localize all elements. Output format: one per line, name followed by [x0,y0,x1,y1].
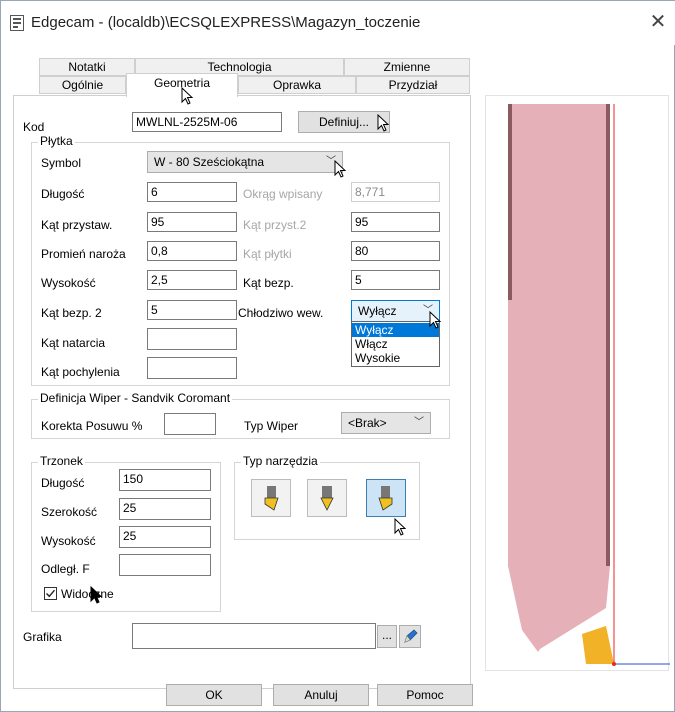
dialog-window: Edgecam - (localdb)\ECSQLEXPRESS\Magazyn… [0,0,675,712]
dropdown-option-wlacz[interactable]: Włącz [352,337,439,351]
kat-przystaw-input[interactable]: 95 [147,212,237,232]
typ-narzedzia-caption: Typ narzędzia [241,454,320,468]
tab-notatki[interactable]: Notatki [39,58,135,76]
kat-plytki-label: Kąt płytki [243,247,292,261]
trzonek-wysokosc-label: Wysokość [41,534,96,548]
trzonek-caption: Trzonek [38,454,85,468]
tab-zmienne[interactable]: Zmienne [344,58,470,76]
grafika-label: Grafika [23,630,62,644]
kat-bezp-label: Kąt bezp. [243,276,294,290]
symbol-label: Symbol [41,156,82,170]
tab-ogolnie[interactable]: Ogólnie [39,76,126,94]
kod-label: Kod [23,120,45,134]
symbol-value: W - 80 Sześciokątna [154,155,265,169]
wysokosc-input[interactable]: 2,5 [147,270,237,290]
dropdown-option-wylacz[interactable]: Wyłącz [352,323,439,337]
mouse-cursor-icon [377,114,390,132]
dlugosc-label: Długość [41,187,85,201]
symbol-select[interactable]: W - 80 Sześciokątna ﹀ [147,151,343,173]
kat-plytki-input[interactable]: 80 [351,241,440,261]
trzonek-dlugosc-label: Długość [41,476,85,490]
shank-right-edge [606,104,610,566]
chlodziwo-value: Wyłącz [358,304,397,318]
close-icon[interactable]: ✕ [647,11,669,33]
trzonek-szerokosc-input[interactable]: 25 [119,498,211,520]
pomoc-button[interactable]: Pomoc [377,684,473,706]
mouse-cursor-icon [181,87,194,105]
odleg-f-input[interactable] [119,554,211,576]
okrag-input: 8,771 [351,182,440,202]
tool-preview-drawing [508,104,670,666]
edgecam-app-icon [10,15,24,31]
kat-pochylenia-input[interactable] [147,357,237,379]
trzonek-wysokosc-input[interactable]: 25 [119,526,211,548]
kat-natarcia-label: Kąt natarcia [41,336,106,350]
title-bar: Edgecam - (localdb)\ECSQLEXPRESS\Magazyn… [1,1,675,45]
mouse-cursor-icon [429,311,442,329]
insert-shape [582,626,614,664]
checkmark-icon [46,589,56,598]
promien-input[interactable]: 0,8 [147,241,237,261]
wiper-caption: Definicja Wiper - Sandvik Coromant [38,391,233,405]
trzonek-dlugosc-input[interactable]: 150 [119,469,211,491]
kat-natarcia-input[interactable] [147,328,237,350]
kat-bezp2-label: Kąt bezp. 2 [41,306,102,320]
kat-przyst2-label: Kąt przyst.2 [243,218,307,232]
grafika-edit-button[interactable] [399,625,421,648]
tool-type-left-hand-button[interactable] [251,479,291,517]
chlodziwo-dropdown-list: Wyłącz Włącz Wysokie [351,321,440,367]
ok-button[interactable]: OK [166,684,262,706]
widoczne-label: Widoczne [61,587,114,601]
shank-left-edge [508,104,512,300]
korekta-input[interactable] [164,413,216,435]
grafika-browse-button[interactable]: ... [377,625,397,648]
widoczne-checkbox[interactable] [44,587,57,600]
origin-point [612,662,616,666]
mouse-cursor-icon [394,518,407,536]
kat-bezp2-input[interactable]: 5 [147,300,237,320]
typ-wiper-select[interactable]: <Brak> ﹀ [341,412,431,434]
plytka-caption: Płytka [38,134,75,148]
kat-przystaw-label: Kąt przystaw. [41,218,113,232]
mouse-cursor-icon [90,586,103,604]
pencil-icon [404,629,418,643]
left-hand-tool-icon [264,486,279,511]
kat-przyst2-input[interactable]: 95 [351,212,440,232]
chevron-down-icon: ﹀ [414,417,424,428]
kat-bezp-input[interactable]: 5 [351,270,440,290]
neutral-tool-icon [320,486,334,511]
anuluj-button[interactable]: Anuluj [273,684,369,706]
kat-pochylenia-label: Kąt pochylenia [41,365,120,379]
tool-type-right-hand-button[interactable] [366,479,406,517]
korekta-label: Korekta Posuwu % [41,419,143,433]
mouse-cursor-icon [334,160,347,178]
tool-type-neutral-button[interactable] [307,479,347,517]
window-title: Edgecam - (localdb)\ECSQLEXPRESS\Magazyn… [31,14,421,31]
chlodziwo-select[interactable]: Wyłącz ﹀ [351,300,440,322]
tab-przydzial[interactable]: Przydział [356,76,470,94]
odleg-f-label: Odległ. F [41,562,90,576]
typ-wiper-value: <Brak> [348,416,387,430]
tool-preview-panel [485,95,670,671]
right-hand-tool-icon [378,486,393,511]
chlodziwo-label: Chłodziwo wew. [238,306,324,320]
kod-input[interactable]: MWLNL-2525M-06 [132,112,282,132]
tab-oprawka[interactable]: Oprawka [238,76,356,94]
trzonek-szerokosc-label: Szerokość [41,505,98,519]
okrag-label: Okrąg wpisany [243,187,323,201]
dropdown-option-wysokie[interactable]: Wysokie [352,351,439,365]
typ-wiper-label: Typ Wiper [244,419,299,433]
dlugosc-input[interactable]: 6 [147,182,237,202]
grafika-input[interactable] [132,623,376,649]
wysokosc-label: Wysokość [41,276,96,290]
promien-label: Promień naroża [41,247,126,261]
